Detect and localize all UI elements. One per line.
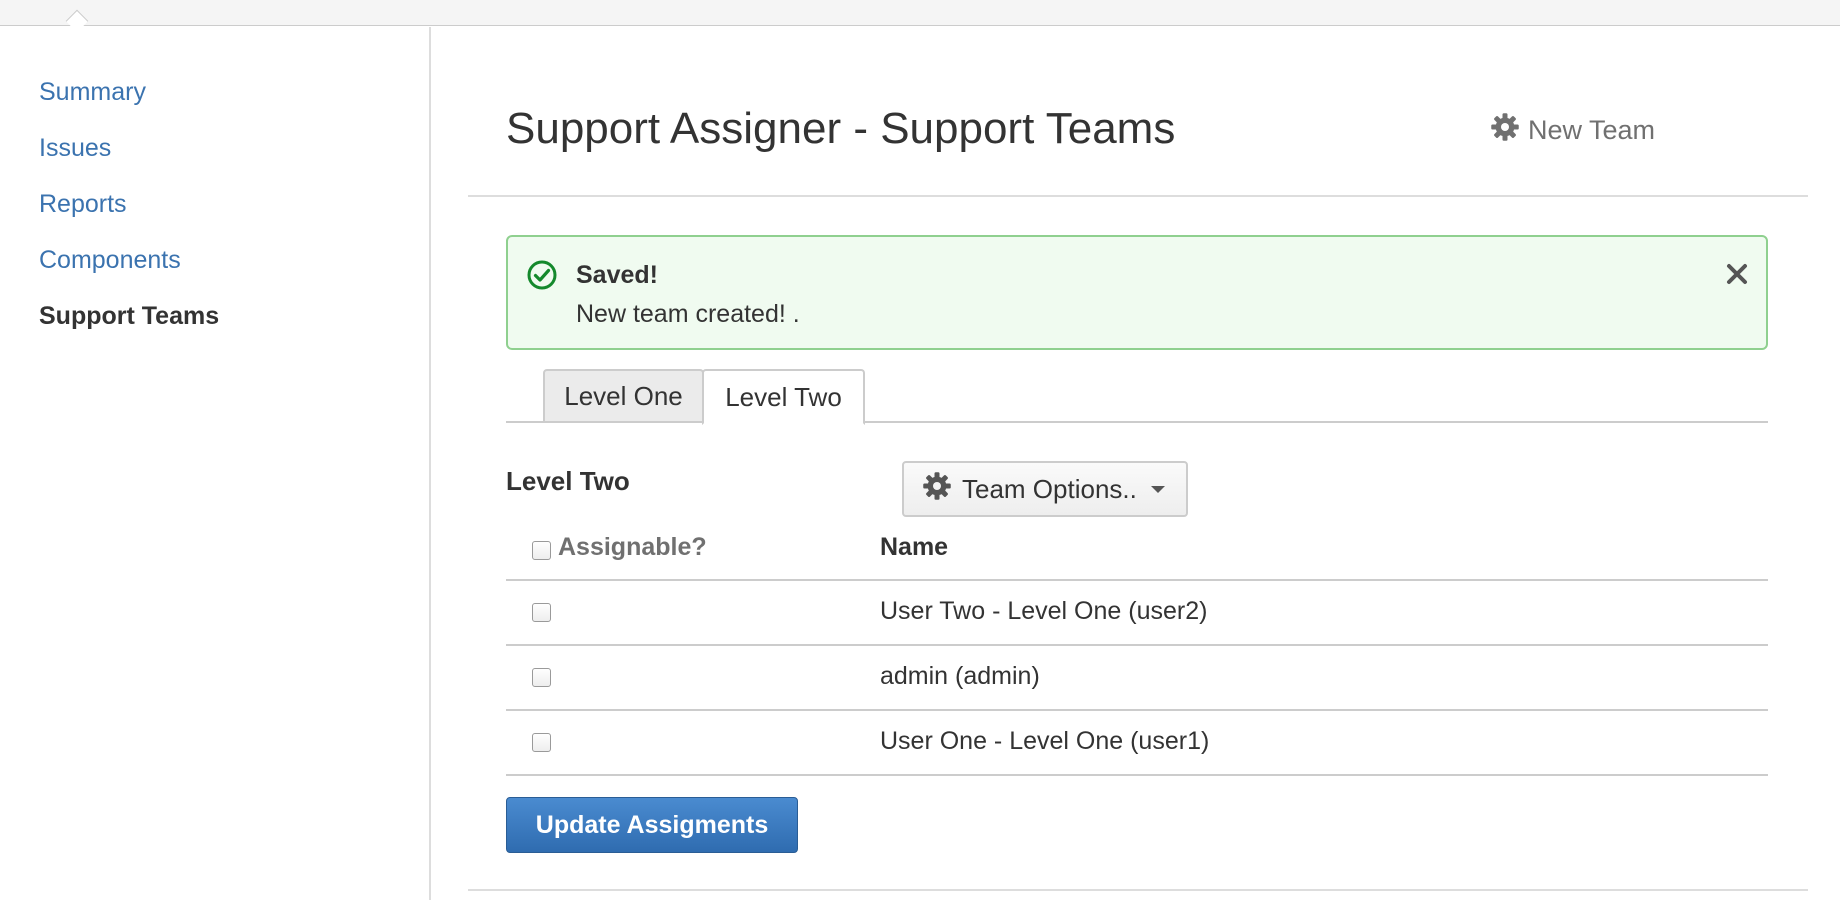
new-team-label: New Team	[1528, 114, 1656, 145]
assignable-checkbox[interactable]	[532, 733, 551, 752]
gear-icon	[922, 471, 952, 508]
check-circle-icon	[526, 259, 558, 296]
table-row: User One - Level One (user1)	[506, 711, 1768, 776]
success-message: Saved! New team created! .	[506, 235, 1768, 350]
update-assignments-button[interactable]: Update Assigments	[506, 797, 798, 853]
sidebar-item-reports[interactable]: Reports	[39, 190, 127, 219]
team-tabs: Level One Level Two	[506, 369, 1768, 425]
top-bar	[0, 0, 1840, 33]
tab-level-one[interactable]: Level One	[543, 369, 704, 423]
member-name: User One - Level One (user1)	[880, 727, 1210, 755]
tab-level-two[interactable]: Level Two	[702, 369, 865, 425]
table-row: admin (admin)	[506, 646, 1768, 711]
assignable-checkbox[interactable]	[532, 603, 551, 622]
team-options-label: Team Options..	[962, 473, 1137, 504]
page-title: Support Assigner - Support Teams	[506, 104, 1176, 153]
table-header: Assignable? Name	[506, 527, 1768, 581]
sidebar-item-support-teams[interactable]: Support Teams	[39, 302, 219, 331]
assignable-checkbox[interactable]	[532, 668, 551, 687]
column-header-assignable: Assignable?	[558, 533, 707, 561]
sidebar-item-issues[interactable]: Issues	[39, 134, 111, 163]
sidebar-item-summary[interactable]: Summary	[39, 78, 146, 107]
chevron-down-icon	[1150, 485, 1165, 493]
title-divider	[468, 195, 1808, 197]
close-icon[interactable]	[1720, 257, 1754, 291]
new-team-button[interactable]: New Team	[1490, 112, 1655, 148]
message-body: New team created! .	[576, 300, 800, 328]
member-name: admin (admin)	[880, 662, 1040, 690]
sidebar-item-components[interactable]: Components	[39, 246, 181, 275]
bottom-divider	[468, 889, 1808, 891]
sidebar: Summary Issues Reports Components Suppor…	[0, 27, 431, 900]
team-options-dropdown[interactable]: Team Options..	[902, 461, 1188, 517]
message-title: Saved!	[576, 261, 658, 289]
team-members-table: Assignable? Name User Two - Level One (u…	[506, 527, 1768, 776]
member-name: User Two - Level One (user2)	[880, 597, 1208, 625]
column-header-name: Name	[880, 533, 949, 561]
table-row: User Two - Level One (user2)	[506, 581, 1768, 646]
gear-icon	[1490, 112, 1520, 149]
select-all-checkbox[interactable]	[532, 541, 551, 560]
team-heading: Level Two	[506, 466, 630, 496]
